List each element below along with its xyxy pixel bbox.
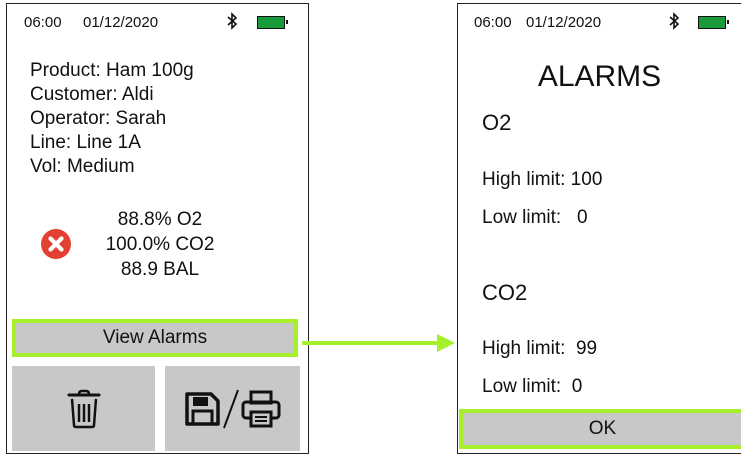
status-time: 06:00: [24, 14, 62, 31]
status-time: 06:00: [474, 14, 512, 31]
co2-high-limit: High limit: 99: [482, 338, 598, 359]
save-print-icon: [184, 389, 280, 428]
page-title: ALARMS: [537, 60, 662, 93]
product-info: Product: Ham 100g: [30, 60, 194, 81]
o2-reading: 88.8% O2: [117, 209, 203, 230]
status-date: 01/12/2020: [83, 14, 159, 31]
bluetooth-icon: [227, 12, 238, 30]
line-info: Line: Line 1A: [30, 132, 141, 153]
battery-icon: [257, 16, 288, 29]
customer-info: Customer: Aldi: [30, 84, 154, 105]
co2-reading: 100.0% CO2: [105, 234, 215, 255]
status-date: 01/12/2020: [526, 14, 602, 31]
bal-reading: 88.9 BAL: [120, 259, 200, 280]
battery-icon: [698, 16, 729, 29]
volume-info: Vol: Medium: [30, 156, 135, 177]
error-x-icon: [41, 229, 71, 259]
connector-arrow: [302, 341, 439, 345]
ok-button[interactable]: OK: [459, 409, 741, 449]
operator-info: Operator: Sarah: [30, 108, 167, 129]
arrowhead-icon: [437, 334, 455, 352]
trash-icon: [67, 389, 100, 428]
bluetooth-icon: [669, 12, 680, 30]
o2-high-limit: High limit: 100: [482, 169, 603, 190]
o2-section-label: O2: [482, 110, 512, 135]
co2-section-label: CO2: [482, 280, 528, 305]
view-alarms-button[interactable]: View Alarms: [12, 319, 298, 357]
status-bar: 06:00 01/12/2020: [7, 4, 308, 38]
co2-low-limit: Low limit: 0: [482, 376, 583, 397]
save-print-button[interactable]: [165, 366, 300, 451]
o2-low-limit: Low limit: 0: [482, 207, 588, 228]
status-bar: 06:00 01/12/2020: [458, 4, 741, 38]
device-screen-main: 06:00 01/12/2020 Product: Ham 100g Custo…: [6, 3, 309, 454]
device-screen-alarms: 06:00 01/12/2020 ALARMS O2 High limit: 1…: [457, 3, 741, 454]
delete-button[interactable]: [12, 366, 155, 451]
